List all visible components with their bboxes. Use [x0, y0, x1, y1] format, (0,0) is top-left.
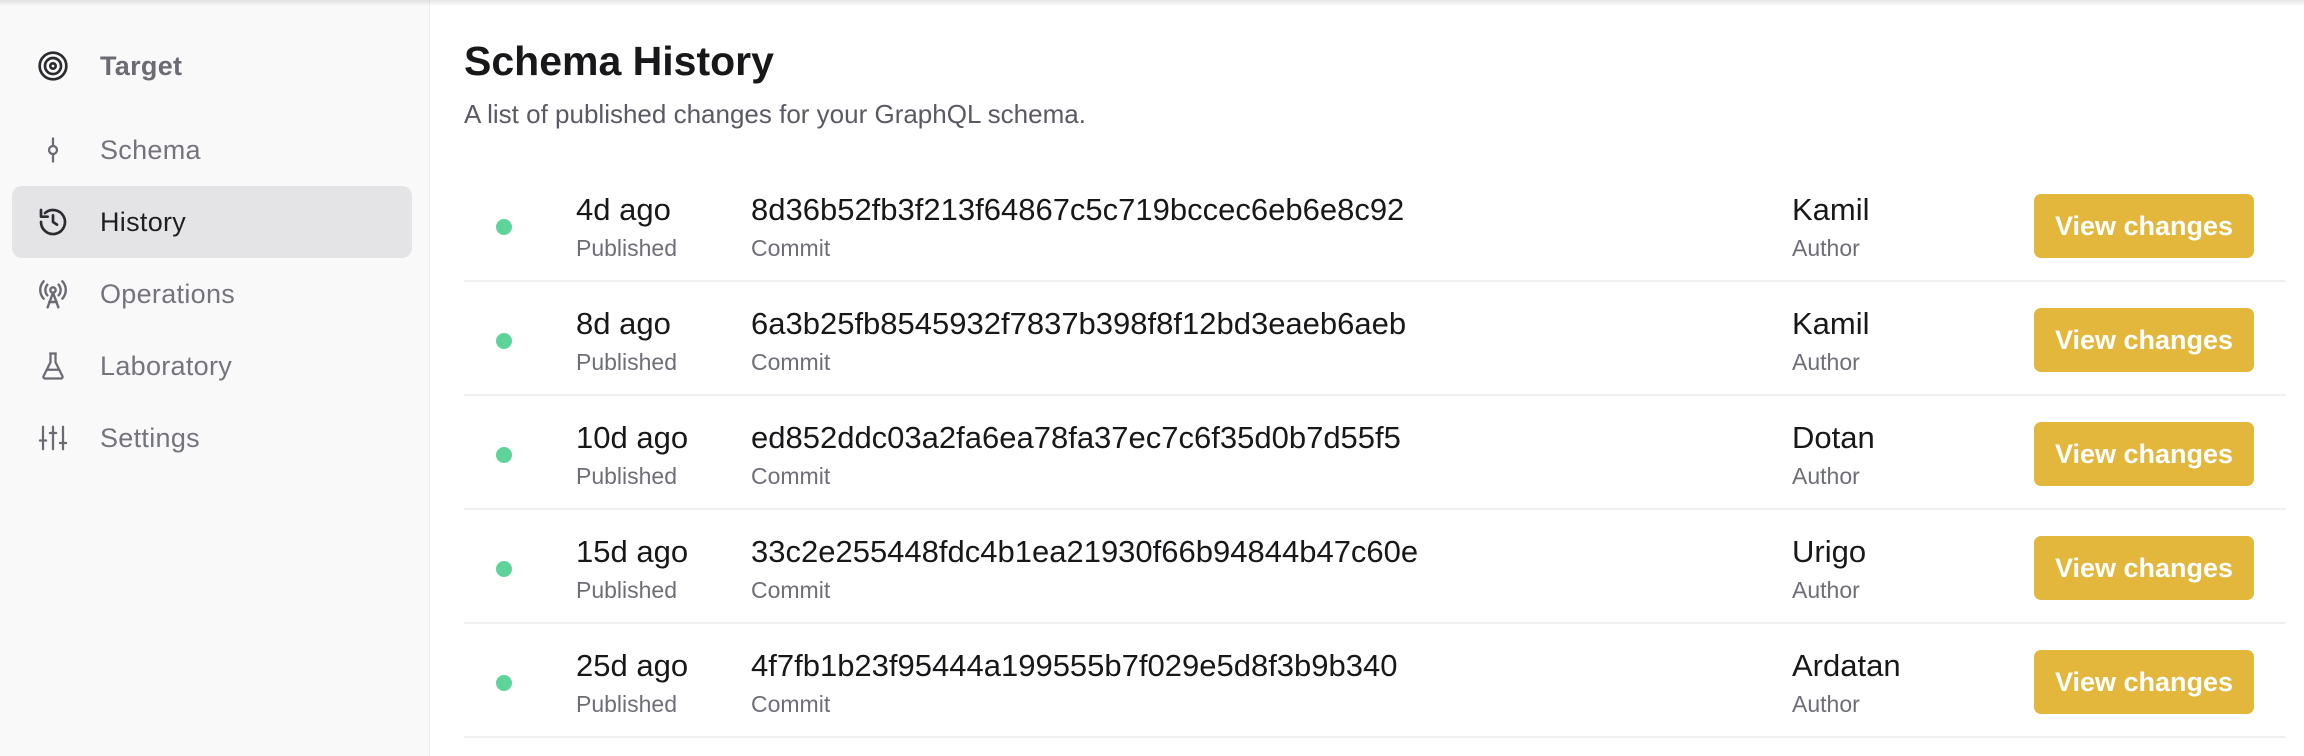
published-time: 25d ago	[576, 648, 689, 683]
published-time: 4d ago	[576, 192, 671, 227]
history-icon	[36, 205, 70, 239]
published-time: 15d ago	[576, 534, 689, 569]
author-name: Urigo	[1792, 534, 1867, 569]
sidebar-item-label: Schema	[100, 134, 201, 165]
sidebar-item-label: History	[100, 206, 187, 237]
commit-label: Commit	[751, 349, 831, 375]
sidebar-item-label: Operations	[100, 278, 236, 309]
status-label: Published	[576, 235, 678, 261]
history-row: 4d ago Published 8d36b52fb3f213f64867c5c…	[464, 168, 2286, 282]
status-label: Published	[576, 691, 678, 717]
status-dot	[496, 333, 512, 349]
status-dot	[496, 447, 512, 463]
author-label: Author	[1792, 463, 1860, 489]
page-subtitle: A list of published changes for your Gra…	[464, 99, 1086, 129]
author-name: Dotan	[1792, 420, 1875, 455]
history-row: 10d ago Published ed852ddc03a2fa6ea78fa3…	[464, 396, 2286, 510]
status-label: Published	[576, 577, 678, 603]
published-time: 8d ago	[576, 306, 671, 341]
history-row: 15d ago Published 33c2e255448fdc4b1ea219…	[464, 510, 2286, 624]
commit-hash: 6a3b25fb8545932f7837b398f8f12bd3eaeb6aeb	[751, 306, 1407, 341]
status-dot	[496, 561, 512, 577]
broadcast-icon	[36, 277, 70, 311]
view-changes-button[interactable]: View changes	[2034, 194, 2254, 258]
sidebar-item-settings[interactable]: Settings	[12, 402, 412, 474]
author-label: Author	[1792, 577, 1860, 603]
commit-label: Commit	[751, 463, 831, 489]
author-label: Author	[1792, 691, 1860, 717]
sidebar-item-label: Laboratory	[100, 350, 233, 381]
view-changes-button[interactable]: View changes	[2034, 650, 2254, 714]
sidebar-item-history[interactable]: History	[12, 186, 412, 258]
commit-label: Commit	[751, 235, 831, 261]
status-dot	[496, 219, 512, 235]
sidebar-item-operations[interactable]: Operations	[12, 258, 412, 330]
sidebar: Target Schema History Operations Laborat…	[0, 0, 430, 756]
history-list: 4d ago Published 8d36b52fb3f213f64867c5c…	[464, 168, 2286, 738]
history-row: 8d ago Published 6a3b25fb8545932f7837b39…	[464, 282, 2286, 396]
flask-icon	[36, 349, 70, 383]
author-label: Author	[1792, 349, 1860, 375]
published-time: 10d ago	[576, 420, 689, 455]
status-dot	[496, 675, 512, 691]
status-label: Published	[576, 463, 678, 489]
history-row: 25d ago Published 4f7fb1b23f95444a199555…	[464, 624, 2286, 738]
commit-hash: ed852ddc03a2fa6ea78fa37ec7c6f35d0b7d55f5	[751, 420, 1401, 455]
top-shadow	[0, 0, 2304, 6]
view-changes-button[interactable]: View changes	[2034, 536, 2254, 600]
view-changes-button[interactable]: View changes	[2034, 422, 2254, 486]
sidebar-header-target[interactable]: Target	[12, 30, 412, 102]
commit-icon	[36, 133, 70, 167]
sidebar-item-schema[interactable]: Schema	[12, 114, 412, 186]
target-icon	[36, 49, 70, 83]
commit-label: Commit	[751, 691, 831, 717]
page-title: Schema History	[464, 38, 774, 84]
main-content: Schema History A list of published chang…	[464, 0, 2286, 756]
sliders-icon	[36, 421, 70, 455]
commit-hash: 33c2e255448fdc4b1ea21930f66b94844b47c60e	[751, 534, 1419, 569]
author-label: Author	[1792, 235, 1860, 261]
status-label: Published	[576, 349, 678, 375]
commit-hash: 4f7fb1b23f95444a199555b7f029e5d8f3b9b340	[751, 648, 1398, 683]
author-name: Kamil	[1792, 192, 1870, 227]
view-changes-button[interactable]: View changes	[2034, 308, 2254, 372]
sidebar-item-label: Settings	[100, 422, 200, 453]
author-name: Kamil	[1792, 306, 1870, 341]
commit-hash: 8d36b52fb3f213f64867c5c719bccec6eb6e8c92	[751, 192, 1405, 227]
sidebar-item-laboratory[interactable]: Laboratory	[12, 330, 412, 402]
sidebar-header-label: Target	[100, 50, 183, 81]
author-name: Ardatan	[1792, 648, 1901, 683]
commit-label: Commit	[751, 577, 831, 603]
